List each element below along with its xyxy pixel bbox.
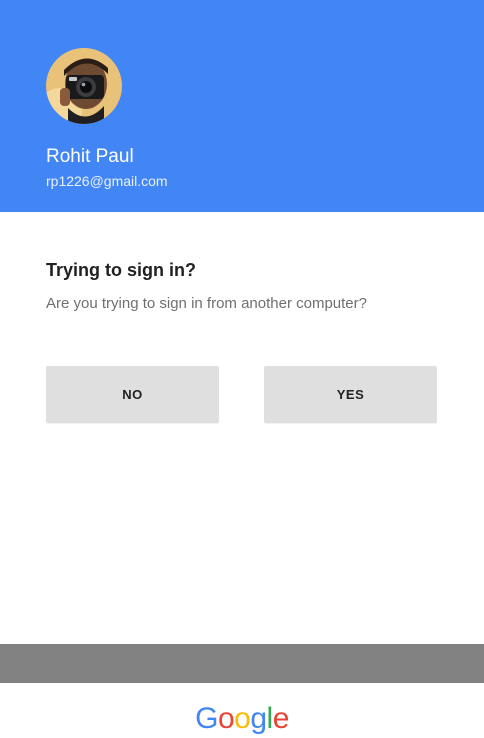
no-button[interactable]: NO <box>46 366 219 423</box>
account-name: Rohit Paul <box>46 146 134 167</box>
dialog-title: Trying to sign in? <box>46 260 196 280</box>
account-header: Rohit Paul rp1226@gmail.com <box>0 0 484 212</box>
logo-letter: G <box>195 702 218 735</box>
avatar <box>46 48 122 124</box>
profile-photo-icon <box>46 48 122 124</box>
google-logo: Google <box>0 700 484 738</box>
account-email: rp1226@gmail.com <box>46 173 168 189</box>
yes-button[interactable]: YES <box>264 366 437 423</box>
footer-bar <box>0 644 484 683</box>
logo-letter: e <box>272 702 290 735</box>
logo-letter: g <box>250 702 267 735</box>
logo-letter: o <box>217 702 235 735</box>
logo-letter: o <box>234 702 251 735</box>
dialog-question: Are you trying to sign in from another c… <box>46 295 367 312</box>
